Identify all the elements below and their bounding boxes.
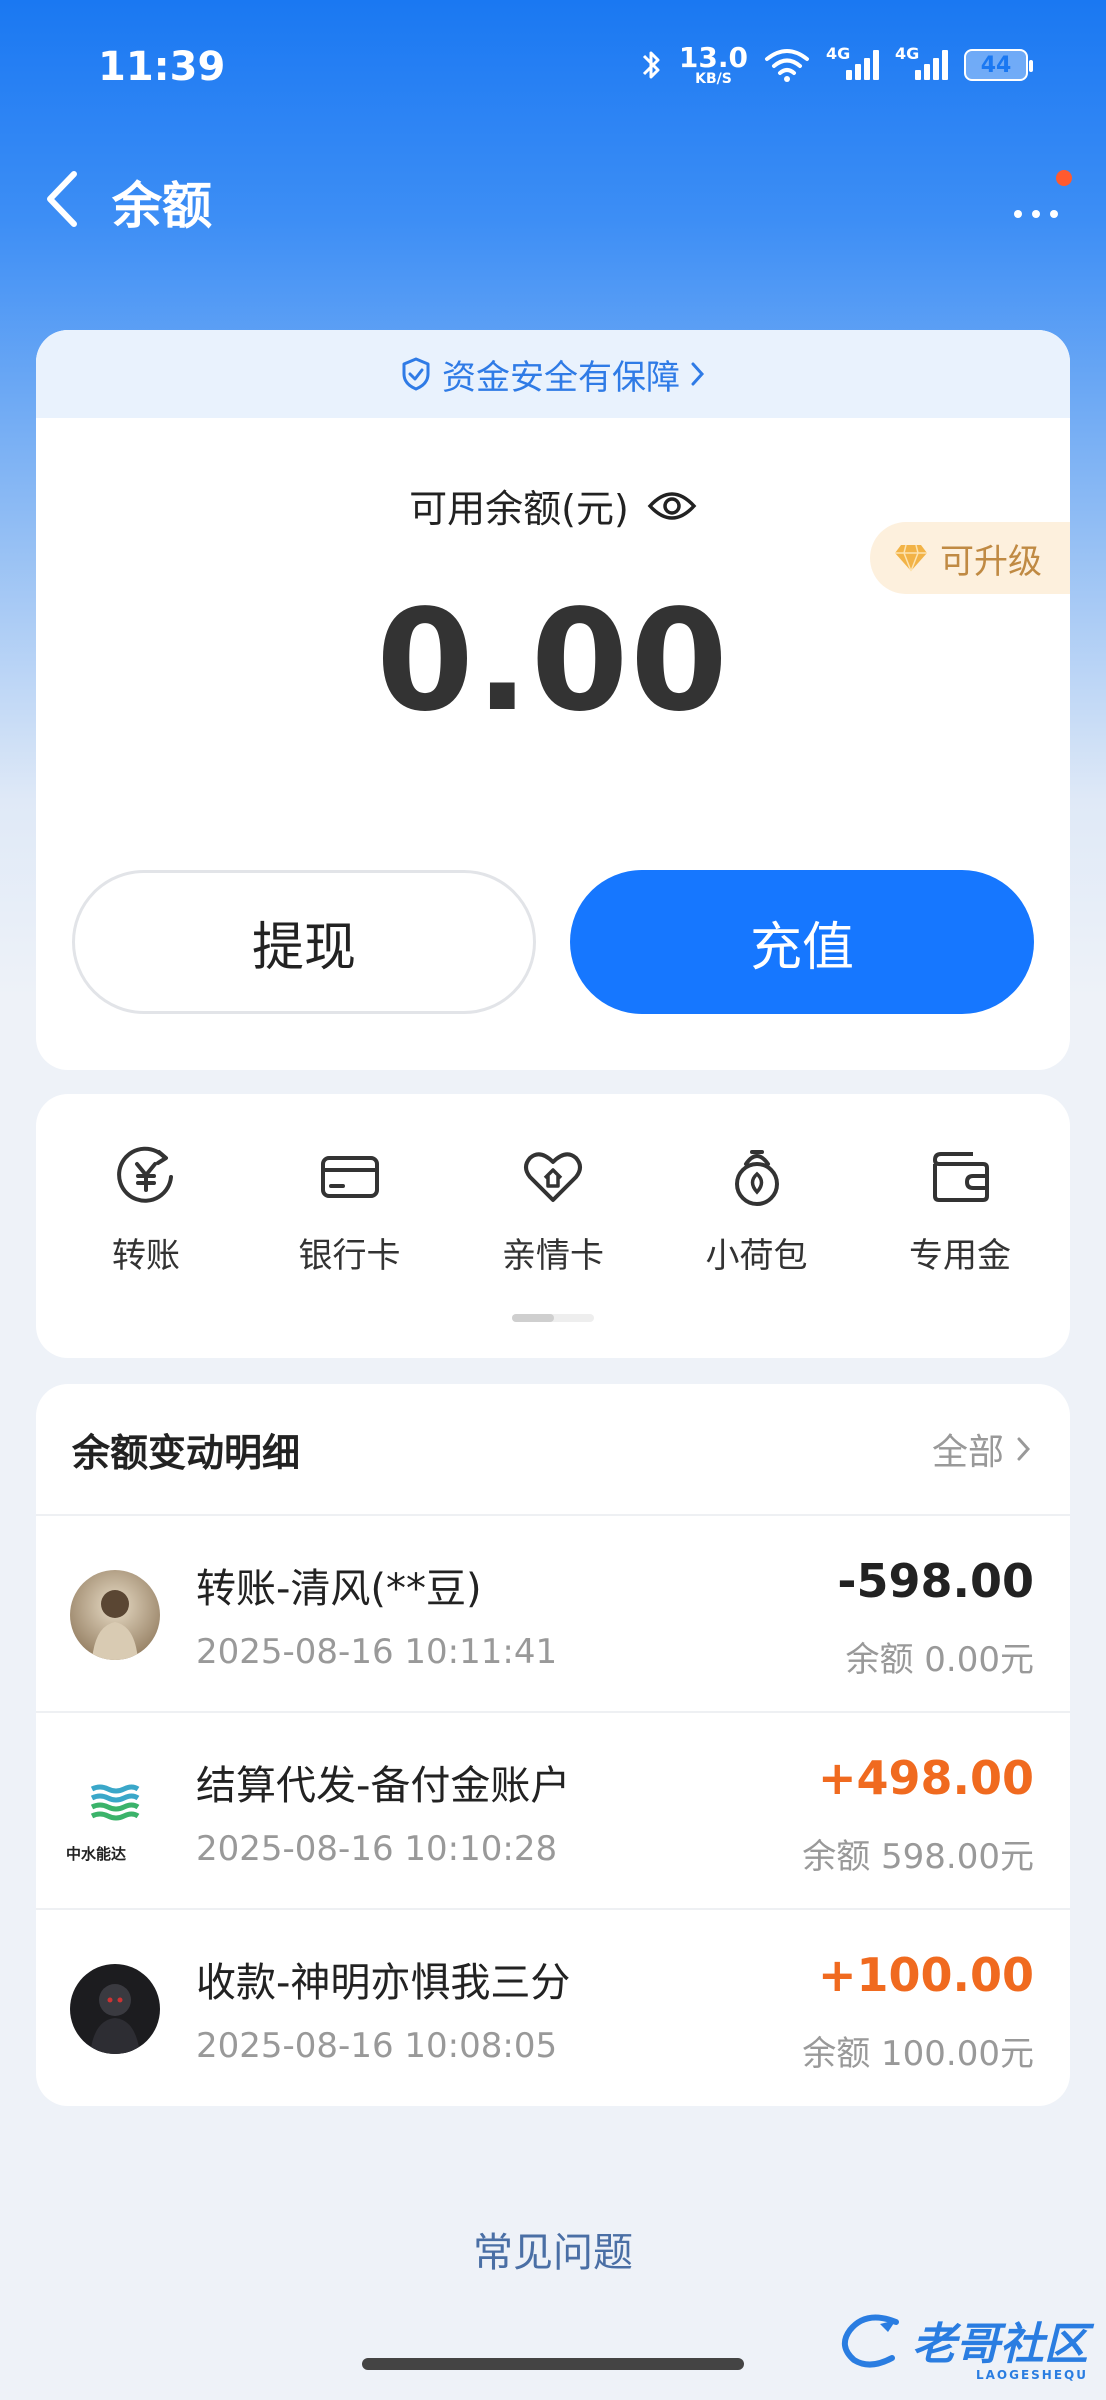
- service-label: 小荷包: [705, 1236, 808, 1276]
- services-card: 转账 银行卡 亲情卡 小荷包 专用金: [36, 1094, 1070, 1358]
- balance-label: 可用余额(元): [409, 487, 629, 531]
- services-row: 转账 银行卡 亲情卡 小荷包 专用金: [36, 1094, 1070, 1277]
- avatar: [70, 1570, 160, 1660]
- security-text: 资金安全有保障: [442, 357, 680, 398]
- small-pouch-icon: [734, 1150, 779, 1206]
- transaction-time: 2025-08-16 10:08:05: [196, 2026, 558, 2066]
- transaction-balance: 余额 100.00元: [802, 2034, 1034, 2074]
- service-special-fund[interactable]: 专用金: [870, 1144, 1050, 1277]
- transaction-row[interactable]: 中水能达 结算代发-备付金账户 2025-08-16 10:10:28 +498…: [36, 1713, 1070, 1910]
- transaction-time: 2025-08-16 10:11:41: [196, 1632, 558, 1672]
- status-time: 11:39: [98, 44, 226, 90]
- eye-icon[interactable]: [647, 488, 697, 524]
- diamond-icon: [895, 544, 927, 572]
- view-all-label: 全部: [931, 1432, 1004, 1473]
- more-dots-icon: [1014, 210, 1058, 218]
- balance-card: 资金安全有保障 可用余额(元) 可升级 0.00 提现 充值: [36, 330, 1070, 1070]
- shield-check-icon: [402, 357, 430, 391]
- transaction-row[interactable]: 转账-清风(**豆) 2025-08-16 10:11:41 -598.00 余…: [36, 1516, 1070, 1713]
- transaction-amount: +100.00: [817, 1948, 1034, 2002]
- view-all-link[interactable]: 全部: [932, 1423, 1032, 1475]
- chevron-left-icon: [47, 171, 77, 227]
- wifi-icon: [765, 49, 809, 82]
- signal-2-label: 4G: [895, 44, 920, 63]
- service-family-card[interactable]: 亲情卡: [463, 1144, 643, 1277]
- transactions-header: 余额变动明细 全部: [36, 1384, 1070, 1516]
- home-indicator[interactable]: [362, 2358, 744, 2370]
- nav-bar: 余额: [0, 150, 1106, 250]
- chevron-right-icon: [691, 362, 705, 386]
- bank-card-icon: [320, 1156, 379, 1198]
- transaction-amount: +498.00: [817, 1751, 1034, 1805]
- page-indicator: [512, 1314, 594, 1322]
- transfer-yuan-icon: [117, 1146, 173, 1203]
- balance-amount: 0.00: [376, 580, 730, 743]
- family-card-icon: [524, 1152, 582, 1202]
- signal-1-label: 4G: [826, 44, 851, 63]
- transaction-balance: 余额 598.00元: [802, 1837, 1034, 1877]
- transaction-time: 2025-08-16 10:10:28: [196, 1829, 558, 1869]
- service-transfer[interactable]: 转账: [56, 1144, 236, 1277]
- battery-level: 44: [980, 52, 1012, 78]
- watermark: 老哥社区 LAOGESHEQU: [836, 2308, 1088, 2382]
- chevron-right-icon: [1017, 1437, 1031, 1461]
- battery-icon: 44: [964, 49, 1033, 81]
- transaction-balance: 余额 0.00元: [845, 1640, 1034, 1680]
- service-label: 专用金: [909, 1236, 1011, 1276]
- wallet-icon: [933, 1152, 989, 1202]
- transactions-card: 余额变动明细 全部 转账-清风(**豆) 2025-08-16 10:11:41…: [36, 1384, 1070, 2106]
- transactions-title: 余额变动明细: [72, 1430, 301, 1475]
- service-label: 亲情卡: [502, 1236, 604, 1276]
- upgrade-label: 可升级: [940, 541, 1042, 582]
- transaction-name: 收款-神明亦惧我三分: [196, 1960, 571, 2006]
- dragon-logo-icon: [841, 2314, 899, 2368]
- page-title: 余额: [112, 177, 212, 235]
- more-button[interactable]: [1002, 170, 1072, 230]
- service-bank-card[interactable]: 银行卡: [260, 1144, 440, 1277]
- transaction-row[interactable]: 收款-神明亦惧我三分 2025-08-16 10:08:05 +100.00 余…: [36, 1910, 1070, 2106]
- cell-signal-1-icon: 4G: [826, 44, 879, 80]
- notification-dot: [1056, 170, 1072, 186]
- network-speed: 13.0 KB/S: [678, 41, 748, 87]
- watermark-subtext: LAOGESHEQU: [975, 2368, 1088, 2382]
- service-small-pouch[interactable]: 小荷包: [667, 1144, 847, 1277]
- security-banner[interactable]: 资金安全有保障: [36, 330, 1070, 418]
- transaction-amount: -598.00: [837, 1554, 1034, 1608]
- transaction-name: 转账-清风(**豆): [196, 1566, 482, 1612]
- recharge-button[interactable]: 充值: [570, 870, 1034, 1014]
- transaction-name: 结算代发-备付金账户: [196, 1763, 571, 1809]
- network-speed-unit: KB/S: [695, 71, 732, 87]
- network-speed-value: 13.0: [678, 41, 748, 74]
- service-label: 转账: [112, 1236, 180, 1276]
- cell-signal-2-icon: 4G: [895, 44, 948, 80]
- back-button[interactable]: [36, 164, 96, 234]
- avatar: [70, 1964, 160, 2054]
- service-label: 银行卡: [298, 1236, 401, 1276]
- withdraw-button[interactable]: 提现: [72, 870, 536, 1014]
- status-bar: 11:39 13.0 KB/S 4G 4G 44: [0, 0, 1106, 140]
- bluetooth-icon: [642, 51, 660, 79]
- watermark-text: 老哥社区: [912, 2319, 1088, 2370]
- company-logo-text: 中水能达: [66, 1845, 127, 1863]
- faq-link[interactable]: 常见问题: [0, 2220, 1106, 2278]
- status-icons: 13.0 KB/S 4G 4G 44: [641, 41, 1033, 87]
